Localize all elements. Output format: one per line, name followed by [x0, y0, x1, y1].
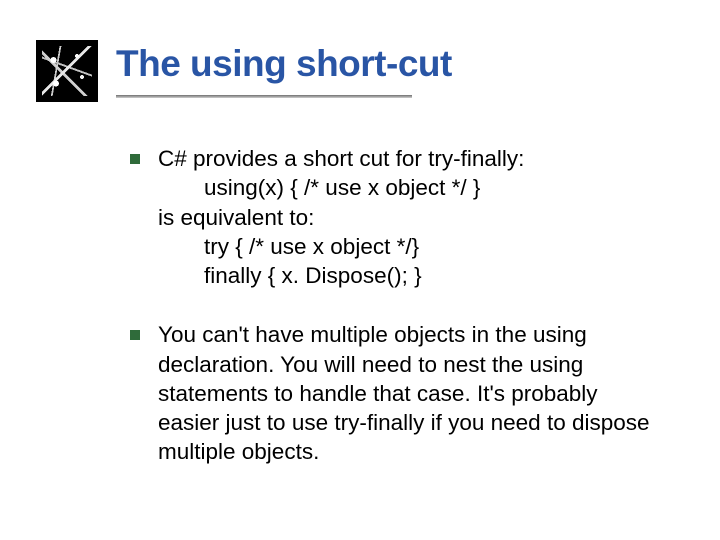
- bullet-item: You can't have multiple objects in the u…: [130, 320, 664, 466]
- bullet-line: is equivalent to:: [158, 205, 314, 230]
- bullet-line-indent: using(x) { /* use x object */ }: [158, 173, 524, 202]
- bullet-line-indent: try { /* use x object */}: [158, 232, 524, 261]
- slide-header: The using short-cut: [36, 40, 684, 102]
- bullet-text: C# provides a short cut for try-finally:…: [158, 144, 524, 290]
- title-wrap: The using short-cut: [116, 44, 452, 98]
- bullet-text: You can't have multiple objects in the u…: [158, 320, 664, 466]
- slide-title: The using short-cut: [116, 44, 452, 85]
- slide-content: C# provides a short cut for try-finally:…: [36, 108, 684, 467]
- bullet-line-indent: finally { x. Dispose(); }: [158, 261, 524, 290]
- logo-icon: [36, 40, 98, 102]
- title-underline: [116, 95, 412, 98]
- bullet-line: C# provides a short cut for try-finally:: [158, 146, 524, 171]
- bullet-icon: [130, 154, 140, 164]
- slide-container: The using short-cut C# provides a short …: [0, 0, 720, 540]
- bullet-item: C# provides a short cut for try-finally:…: [130, 144, 664, 290]
- bullet-icon: [130, 330, 140, 340]
